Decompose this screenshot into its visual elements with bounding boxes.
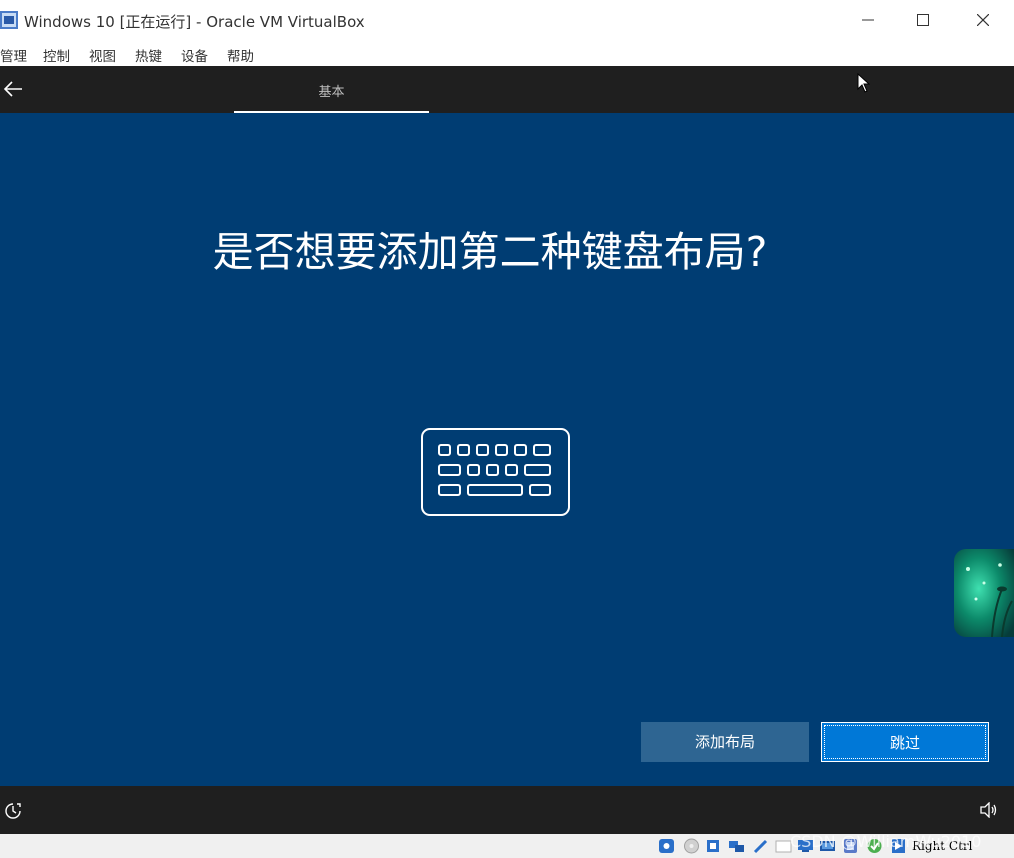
minimize-icon [862, 19, 874, 21]
menu-item-hotkeys[interactable]: 热键 [135, 45, 162, 65]
ease-of-access-icon [5, 803, 21, 819]
window-titlebar: Windows 10 [正在运行] - Oracle VM VirtualBox [0, 0, 1014, 40]
volume-icon [980, 801, 997, 819]
menu-item-help[interactable]: 帮助 [227, 45, 254, 65]
oobe-bottom-bar [0, 786, 1014, 834]
menu-item-manage[interactable]: 管理 [0, 45, 27, 65]
close-icon [977, 14, 989, 26]
back-arrow-icon [3, 81, 22, 97]
menu-item-view[interactable]: 视图 [89, 45, 116, 65]
skip-button[interactable]: 跳过 [821, 722, 989, 762]
usb-icon[interactable] [752, 838, 769, 854]
menu-item-control[interactable]: 控制 [43, 45, 70, 65]
virtualbox-app-icon [0, 11, 18, 29]
mouse-cursor-icon [857, 73, 870, 93]
page-title: 是否想要添加第二种键盘布局? [212, 228, 768, 277]
audio-icon[interactable] [705, 838, 722, 854]
vm-status-bar: Right Ctrl CSDN @WilliamWu2010 [0, 832, 1014, 858]
accessibility-button[interactable] [4, 802, 22, 824]
optical-drive-icon[interactable] [683, 838, 700, 854]
back-button[interactable] [2, 79, 24, 103]
menu-bar: 管理 控制 视图 热键 设备 帮助 [0, 40, 1014, 66]
watermark-text: CSDN @WilliamWu2010 [790, 832, 982, 851]
close-button[interactable] [961, 6, 1005, 36]
add-layout-button[interactable]: 添加布局 [641, 722, 809, 762]
tab-basics-label: 基本 [318, 85, 345, 100]
maximize-button[interactable] [901, 6, 945, 36]
nature-thumbnail-image [954, 549, 1014, 637]
network-icon[interactable] [728, 838, 745, 854]
hard-disk-icon[interactable] [658, 838, 675, 854]
keyboard-icon [421, 428, 570, 516]
oobe-top-bar: 基本 [0, 66, 1014, 113]
minimize-button[interactable] [846, 6, 890, 36]
window-title: Windows 10 [正在运行] - Oracle VM VirtualBox [24, 13, 365, 31]
volume-button[interactable] [980, 801, 998, 822]
maximize-icon [917, 14, 929, 26]
menu-item-devices[interactable]: 设备 [181, 45, 208, 65]
tab-basics: 基本 [234, 66, 429, 113]
oobe-main: 是否想要添加第二种键盘布局? 添加布局 跳过 [0, 113, 1014, 786]
floating-widget-thumbnail[interactable] [954, 549, 1014, 637]
